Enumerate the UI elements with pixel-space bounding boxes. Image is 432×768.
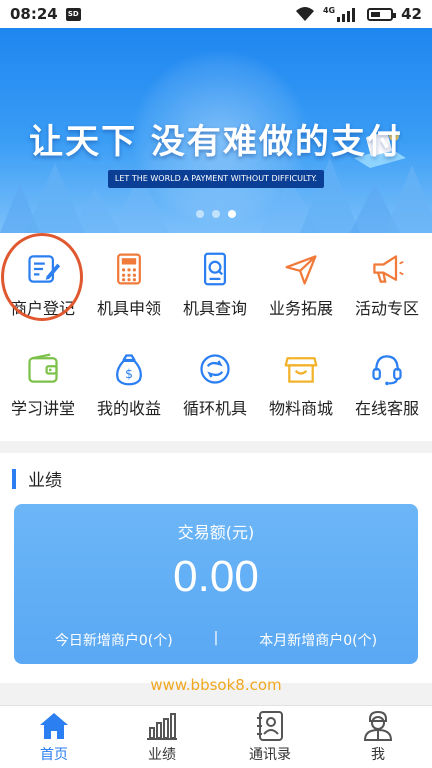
svg-text:$: $ (125, 366, 133, 381)
performance-card[interactable]: 交易额(元) 0.00 今日新增商户0(个) | 本月新增商户0(个) (14, 504, 418, 664)
headset-icon (372, 355, 402, 386)
merchant-stats: 今日新增商户0(个) | 本月新增商户0(个) (14, 630, 418, 650)
sd-card-icon: SD (65, 7, 81, 21)
feature-grid: 商户登记 机具申领 机具查询 业务拓展 活动专区 学习讲堂 $ 我的收益 循环机… (0, 233, 432, 441)
menu-item-merchant-register[interactable]: 商户登记 (0, 233, 86, 319)
performance-section: 业绩 交易额(元) 0.00 今日新增商户0(个) | 本月新增商户0(个) (0, 453, 432, 683)
nav-performance[interactable]: 业绩 (108, 706, 216, 768)
status-left: 08:24 SD (10, 5, 81, 23)
bar-chart-icon (147, 713, 177, 740)
banner-subtitle: LET THE WORLD A PAYMENT WITHOUT DIFFICUL… (108, 170, 324, 188)
menu-item-device-query[interactable]: 机具查询 (172, 233, 258, 319)
menu-label: 学习讲堂 (10, 399, 75, 418)
megaphone-icon (373, 255, 404, 283)
paper-plane-icon (285, 255, 317, 285)
edit-form-icon (28, 255, 61, 283)
nav-label: 通讯录 (249, 747, 291, 763)
nav-label: 我 (371, 747, 385, 763)
banner-title: 让天下 没有难做的支付 (29, 122, 403, 162)
banner-dot-3[interactable] (228, 210, 236, 218)
menu-item-material-mall[interactable]: 物料商城 (258, 333, 344, 419)
status-time: 08:24 (10, 5, 58, 23)
promo-banner[interactable]: 让天下 没有难做的支付 LET THE WORLD A PAYMENT WITH… (0, 28, 432, 233)
nav-me[interactable]: 我 (324, 706, 432, 768)
amount-value: 0.00 (173, 552, 259, 601)
bottom-nav: 首页 业绩 通讯录 我 (0, 705, 432, 768)
performance-header: 业绩 (12, 466, 62, 491)
section-accent-bar (12, 468, 16, 489)
user-icon (363, 710, 393, 741)
menu-item-learning-hall[interactable]: 学习讲堂 (0, 333, 86, 419)
menu-label: 在线客服 (354, 399, 419, 418)
menu-item-online-service[interactable]: 在线客服 (344, 333, 430, 419)
money-bag-icon: $ (116, 354, 142, 386)
network-type: 4G (322, 5, 336, 15)
menu-item-my-earnings[interactable]: $ 我的收益 (86, 333, 172, 419)
performance-title: 业绩 (28, 471, 62, 491)
pos-search-icon (203, 252, 227, 286)
wifi-icon (295, 7, 314, 21)
contacts-icon (257, 711, 283, 741)
status-bar: 08:24 SD 4G 42 (0, 0, 432, 28)
menu-label: 活动专区 (354, 299, 419, 318)
shop-icon (284, 357, 318, 383)
menu-label: 机具申领 (96, 299, 161, 318)
menu-label: 我的收益 (96, 399, 161, 418)
home-icon (40, 713, 68, 739)
banner-dot-2[interactable] (212, 210, 220, 218)
today-new-merchants: 今日新增商户0(个) (54, 633, 173, 649)
month-new-merchants: 本月新增商户0(个) (259, 633, 378, 649)
status-right: 4G 42 (295, 5, 422, 23)
menu-item-activity-zone[interactable]: 活动专区 (344, 233, 430, 319)
banner-pagination[interactable] (0, 210, 432, 218)
battery-level: 42 (401, 5, 422, 23)
watermark-text: www.bbsok8.com (150, 676, 282, 694)
menu-label: 业务拓展 (268, 299, 333, 318)
banner-dot-1[interactable] (196, 210, 204, 218)
nav-contacts[interactable]: 通讯录 (216, 706, 324, 768)
menu-label: 商户登记 (10, 299, 75, 318)
menu-label: 物料商城 (268, 399, 333, 418)
menu-item-cycle-device[interactable]: 循环机具 (172, 333, 258, 419)
menu-label: 机具查询 (182, 299, 247, 318)
battery-icon (367, 7, 397, 21)
menu-label: 循环机具 (182, 399, 247, 418)
cycle-icon (200, 354, 230, 384)
nav-label: 业绩 (148, 747, 176, 763)
signal-icon (337, 8, 356, 22)
nav-label: 首页 (40, 747, 68, 763)
wallet-icon (28, 353, 58, 383)
amount-label: 交易额(元) (177, 523, 255, 542)
menu-item-business-expand[interactable]: 业务拓展 (258, 233, 344, 319)
nav-home[interactable]: 首页 (0, 706, 108, 768)
menu-item-device-apply[interactable]: 机具申领 (86, 233, 172, 319)
calculator-icon (117, 253, 141, 285)
